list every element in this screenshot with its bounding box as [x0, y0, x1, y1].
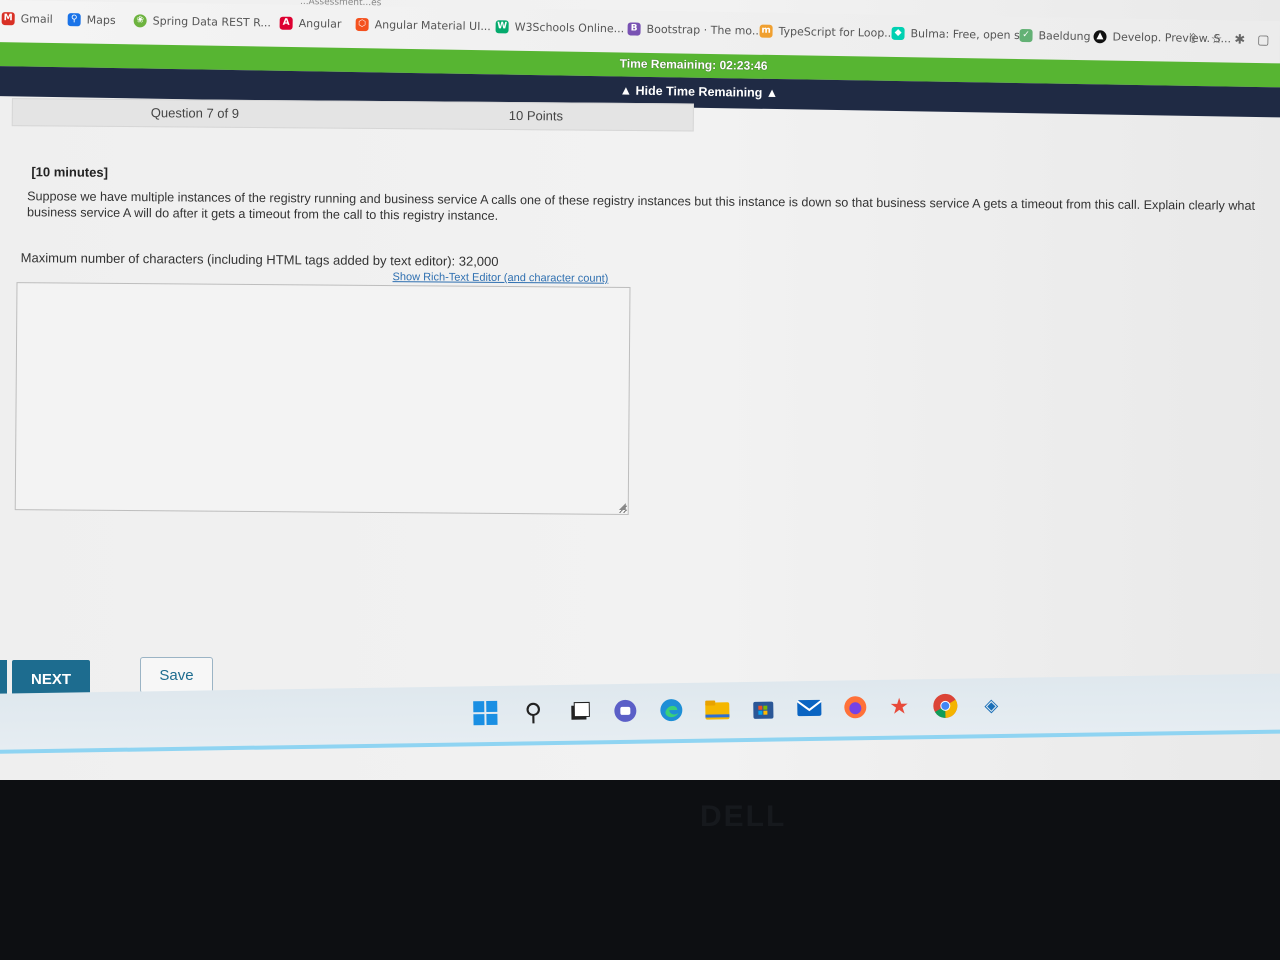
bookmark-label: Bootstrap · The mo...	[646, 22, 763, 38]
bookmark-label: TypeScript for Loop...	[778, 24, 895, 40]
bootstrap-icon: B	[627, 22, 641, 36]
toolbar-actions: ⇪ ☆ ✱ ▢	[1188, 32, 1270, 48]
answer-box[interactable]: ◢	[14, 282, 631, 515]
gmail-icon: M	[1, 12, 15, 26]
bookmark-label: Maps	[86, 13, 116, 27]
baeldung-icon: ✓	[1019, 28, 1033, 43]
firefox-icon[interactable]	[842, 694, 868, 720]
url-fragment: ...Assessment...es	[299, 0, 382, 9]
chrome-icon[interactable]	[932, 693, 958, 719]
chat-icon[interactable]	[612, 698, 638, 724]
star-icon[interactable]: ☆	[1211, 32, 1223, 47]
mail-icon[interactable]	[796, 695, 822, 721]
bulma-icon: ◆	[891, 26, 905, 41]
question-counter: Question 7 of 9	[150, 105, 240, 121]
file-explorer-icon[interactable]	[704, 696, 730, 722]
angular-material-icon: ⬡	[355, 17, 369, 32]
bookmark-label: Baeldung	[1038, 29, 1091, 44]
bookmark-baeldung[interactable]: ✓ Baeldung	[1019, 28, 1091, 44]
monitor-brand-logo: DELL	[700, 800, 787, 833]
resize-grip-icon[interactable]: ◢	[619, 502, 626, 512]
bookmark-label: Bulma: Free, open s...	[910, 27, 1031, 43]
bookmark-typescript[interactable]: m TypeScript for Loop...	[759, 24, 895, 40]
bookmark-bulma[interactable]: ◆ Bulma: Free, open s...	[891, 26, 1031, 43]
bookmark-label: Spring Data REST R...	[152, 14, 272, 30]
answer-textarea[interactable]	[15, 283, 630, 514]
windows-start-icon[interactable]	[472, 700, 498, 726]
bookmark-spring[interactable]: ❀ Spring Data REST R...	[133, 14, 272, 30]
bookmark-label: Angular Material UI...	[374, 18, 491, 34]
prev-button-edge[interactable]	[0, 660, 7, 698]
time-remaining-text: Time Remaining: 02:23:46	[619, 56, 768, 73]
bookmark-angular[interactable]: A Angular	[279, 16, 342, 31]
save-button[interactable]: Save	[140, 657, 213, 693]
question-panel: Question 7 of 9 10 Points [10 minutes] S…	[0, 92, 1280, 702]
search-icon[interactable]: ⚲	[520, 698, 546, 726]
bookmark-label: W3Schools Online...	[514, 20, 625, 36]
share-icon[interactable]: ⇪	[1188, 32, 1199, 47]
extensions-icon[interactable]: ✱	[1234, 32, 1245, 47]
angular-icon: A	[279, 16, 293, 30]
question-header: Question 7 of 9 10 Points	[11, 98, 694, 132]
bookmark-bootstrap[interactable]: B Bootstrap · The mo...	[627, 22, 763, 38]
question-duration: [10 minutes]	[31, 164, 109, 180]
screen: ...Assessment...es M Gmail ⚲ Maps ❀ Spri…	[0, 0, 1280, 780]
w3schools-icon: W	[495, 20, 509, 34]
bookmark-maps[interactable]: ⚲ Maps	[67, 13, 116, 27]
bookmark-label: Gmail	[20, 12, 53, 26]
show-rich-text-editor-link[interactable]: Show Rich-Text Editor (and character cou…	[393, 271, 609, 285]
bookmark-angular-material[interactable]: ⬡ Angular Material UI...	[355, 17, 491, 34]
vercel-icon: ▲	[1093, 30, 1107, 44]
max-characters-note: Maximum number of characters (including …	[20, 250, 499, 269]
question-text: Suppose we have multiple instances of th…	[27, 189, 1256, 223]
sidebar-icon[interactable]: ▢	[1257, 33, 1270, 48]
bookmark-gmail[interactable]: M Gmail	[1, 12, 53, 26]
task-view-icon[interactable]	[566, 698, 592, 724]
spring-icon: ❀	[133, 14, 147, 28]
bookmark-label: Angular	[298, 16, 342, 31]
typescript-icon: m	[759, 24, 773, 38]
store-icon[interactable]	[750, 695, 776, 721]
star-app-icon[interactable]: ★	[886, 693, 912, 719]
maps-icon: ⚲	[67, 13, 81, 27]
vpn-icon[interactable]: ◈	[978, 692, 1004, 718]
edge-icon[interactable]	[658, 697, 684, 723]
question-points: 10 Points	[508, 107, 564, 124]
bookmark-w3schools[interactable]: W W3Schools Online...	[495, 20, 625, 36]
